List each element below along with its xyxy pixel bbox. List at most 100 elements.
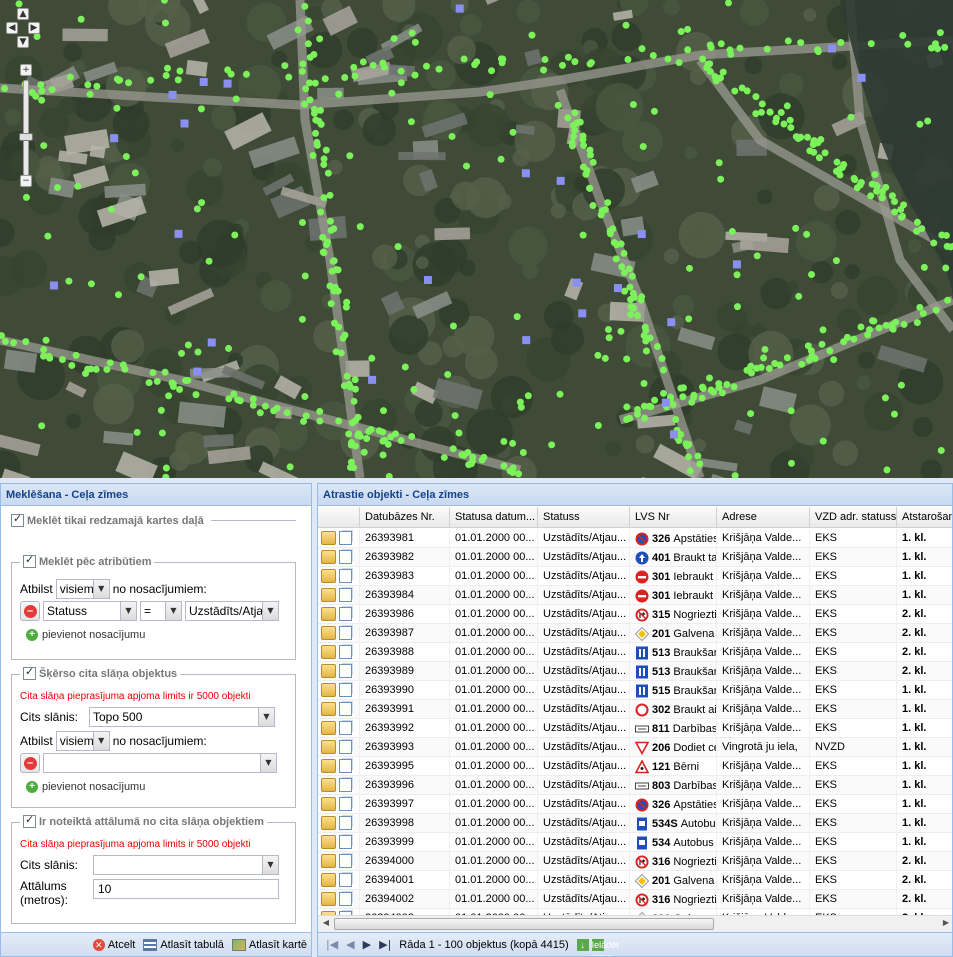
table-row[interactable]: 26394001 01.01.2000 00... Uzstādīts/Atjau.… — [318, 871, 952, 890]
horizontal-scrollbar[interactable]: ◀ ▶ — [318, 915, 952, 932]
prev-page-icon[interactable]: ◀ — [346, 938, 354, 951]
table-row[interactable]: 26393981 01.01.2000 00... Uzstādīts/Atjau.… — [318, 529, 952, 548]
select-on-map-button[interactable]: Atlasīt kartē — [231, 938, 307, 951]
intersect-layer-select[interactable]: Topo 500 ▼ — [89, 707, 275, 727]
intersect-checkbox[interactable] — [23, 665, 36, 680]
edit-icon[interactable] — [321, 892, 336, 906]
table-row[interactable]: 26393995 01.01.2000 00... Uzstādīts/Atjau.… — [318, 757, 952, 776]
table-row[interactable]: 26393989 01.01.2000 00... Uzstādīts/Atjau.… — [318, 662, 952, 681]
next-page-icon[interactable]: ▶ — [363, 938, 371, 951]
copy-icon[interactable] — [339, 892, 352, 906]
edit-icon[interactable] — [321, 797, 336, 811]
copy-icon[interactable] — [339, 683, 352, 697]
copy-icon[interactable] — [339, 588, 352, 602]
edit-icon[interactable] — [321, 588, 336, 602]
table-row[interactable]: 26393993 01.01.2000 00... Uzstādīts/Atjau.… — [318, 738, 952, 757]
copy-icon[interactable] — [339, 550, 352, 564]
copy-icon[interactable] — [339, 854, 352, 868]
intersect-remove-condition-button[interactable]: – — [20, 753, 40, 773]
copy-icon[interactable] — [339, 797, 352, 811]
field-select[interactable]: Statuss ▼ — [43, 601, 137, 621]
edit-icon[interactable] — [321, 873, 336, 887]
zoom-slider[interactable] — [23, 80, 29, 176]
load-all-button[interactable]: ↓ Ielādēt visus — [576, 938, 619, 956]
copy-icon[interactable] — [339, 531, 352, 545]
column-header[interactable]: Statuss — [538, 507, 630, 528]
edit-icon[interactable] — [321, 626, 336, 640]
edit-icon[interactable] — [321, 759, 336, 773]
edit-icon[interactable] — [321, 683, 336, 697]
edit-icon[interactable] — [321, 835, 336, 849]
copy-icon[interactable] — [339, 702, 352, 716]
intersect-add-condition-link[interactable]: + pievienot nosacījumu — [26, 781, 145, 793]
copy-icon[interactable] — [339, 778, 352, 792]
table-row[interactable]: 26393990 01.01.2000 00... Uzstādīts/Atjau.… — [318, 681, 952, 700]
pan-left-button[interactable]: ◀ — [6, 22, 18, 34]
distance-checkbox[interactable] — [23, 813, 36, 828]
map-view[interactable]: ▲ ◀ ▶ ▼ + − — [0, 0, 953, 478]
copy-icon[interactable] — [339, 721, 352, 735]
column-header[interactable]: Datubāzes Nr. — [360, 507, 450, 528]
edit-icon[interactable] — [321, 740, 336, 754]
cancel-button[interactable]: ✕ Atcelt — [92, 938, 135, 951]
edit-icon[interactable] — [321, 645, 336, 659]
edit-icon[interactable] — [321, 816, 336, 830]
scroll-left-icon[interactable]: ◀ — [319, 918, 333, 930]
edit-icon[interactable] — [321, 531, 336, 545]
column-header[interactable]: Atstarošan — [897, 507, 952, 528]
copy-icon[interactable] — [339, 759, 352, 773]
table-row[interactable]: 26393998 01.01.2000 00... Uzstādīts/Atjau.… — [318, 814, 952, 833]
first-page-icon[interactable]: |◀ — [326, 938, 338, 951]
distance-layer-select[interactable]: ▼ — [93, 855, 279, 875]
copy-icon[interactable] — [339, 835, 352, 849]
copy-icon[interactable] — [339, 626, 352, 640]
edit-icon[interactable] — [321, 854, 336, 868]
remove-condition-button[interactable]: – — [20, 601, 40, 621]
table-row[interactable]: 26393987 01.01.2000 00... Uzstādīts/Atjau.… — [318, 624, 952, 643]
zoom-out-button[interactable]: − — [20, 175, 32, 187]
copy-icon[interactable] — [339, 873, 352, 887]
column-header[interactable]: Adrese — [717, 507, 810, 528]
table-row[interactable]: 26393986 01.01.2000 00... Uzstādīts/Atjau.… — [318, 605, 952, 624]
copy-icon[interactable] — [339, 607, 352, 621]
copy-icon[interactable] — [339, 645, 352, 659]
table-row[interactable]: 26393991 01.01.2000 00... Uzstādīts/Atjau.… — [318, 700, 952, 719]
pan-up-button[interactable]: ▲ — [17, 8, 29, 20]
copy-icon[interactable] — [339, 816, 352, 830]
edit-icon[interactable] — [321, 607, 336, 621]
aerial-map[interactable] — [0, 0, 953, 478]
table-row[interactable]: 26393984 01.01.2000 00... Uzstādīts/Atjau.… — [318, 586, 952, 605]
table-row[interactable]: 26393983 01.01.2000 00... Uzstādīts/Atjau.… — [318, 567, 952, 586]
scrollbar-thumb[interactable] — [334, 918, 714, 930]
table-row[interactable]: 26393992 01.01.2000 00... Uzstādīts/Atjau.… — [318, 719, 952, 738]
table-row[interactable]: 26393996 01.01.2000 00... Uzstādīts/Atjau.… — [318, 776, 952, 795]
distance-input[interactable]: 10 — [93, 879, 279, 899]
column-header[interactable] — [318, 507, 360, 528]
edit-icon[interactable] — [321, 778, 336, 792]
table-row[interactable]: 26394002 01.01.2000 00... Uzstādīts/Atjau.… — [318, 890, 952, 909]
visible-only-checkbox[interactable] — [11, 512, 24, 527]
table-row[interactable]: 26393997 01.01.2000 00... Uzstādīts/Atjau.… — [318, 795, 952, 814]
table-row[interactable]: 26393988 01.01.2000 00... Uzstādīts/Atjau.… — [318, 643, 952, 662]
add-condition-link[interactable]: + pievienot nosacījumu — [26, 629, 145, 641]
attribute-search-checkbox[interactable] — [23, 553, 36, 568]
column-header[interactable]: Statusa datum... — [450, 507, 538, 528]
zoom-in-button[interactable]: + — [20, 64, 32, 76]
edit-icon[interactable] — [321, 569, 336, 583]
column-header[interactable]: LVS Nr — [630, 507, 717, 528]
zoom-slider-thumb[interactable] — [19, 133, 33, 141]
pan-right-button[interactable]: ▶ — [28, 22, 40, 34]
edit-icon[interactable] — [321, 550, 336, 564]
column-header[interactable]: VZD adr. statuss — [810, 507, 897, 528]
operator-select[interactable]: = ▼ — [140, 601, 182, 621]
intersect-field-select[interactable]: ▼ — [43, 753, 277, 773]
intersect-match-select[interactable]: visiem ▼ — [55, 731, 110, 751]
select-in-table-button[interactable]: Atlasīt tabulā — [143, 938, 224, 951]
copy-icon[interactable] — [339, 664, 352, 678]
copy-icon[interactable] — [339, 740, 352, 754]
edit-icon[interactable] — [321, 721, 336, 735]
pan-down-button[interactable]: ▼ — [17, 36, 29, 48]
table-row[interactable]: 26393999 01.01.2000 00... Uzstādīts/Atjau.… — [318, 833, 952, 852]
table-row[interactable]: 26393982 01.01.2000 00... Uzstādīts/Atjau.… — [318, 548, 952, 567]
match-select[interactable]: visiem ▼ — [55, 579, 110, 599]
